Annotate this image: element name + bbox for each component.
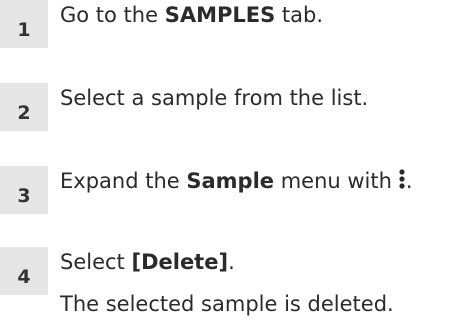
step-number: 2 xyxy=(0,83,48,131)
ui-term: [Delete] xyxy=(131,250,229,274)
step-result: The selected sample is deleted. xyxy=(60,292,394,316)
more-vertical-icon xyxy=(399,169,405,189)
step-text-part: Expand the xyxy=(60,169,187,193)
step-number: 4 xyxy=(0,247,48,295)
ui-term: Sample xyxy=(186,169,275,193)
step-text: Select a sample from the list. xyxy=(60,86,369,110)
step-text: Go to the SAMPLES tab. xyxy=(60,1,323,29)
ui-term: SAMPLES xyxy=(164,3,276,27)
step-number: 1 xyxy=(0,0,48,48)
step-text-part: Select xyxy=(60,250,132,274)
step-number: 3 xyxy=(0,166,48,214)
step-text-part: . xyxy=(228,250,235,274)
step-text-part: tab. xyxy=(275,3,324,27)
step-text: Select [Delete]. xyxy=(60,248,235,276)
step-text-part: . xyxy=(405,169,413,193)
step-text: Expand the Sample menu with. xyxy=(60,167,413,195)
step-text-part: menu with xyxy=(274,169,392,193)
step-text-part: Go to the xyxy=(60,3,165,27)
